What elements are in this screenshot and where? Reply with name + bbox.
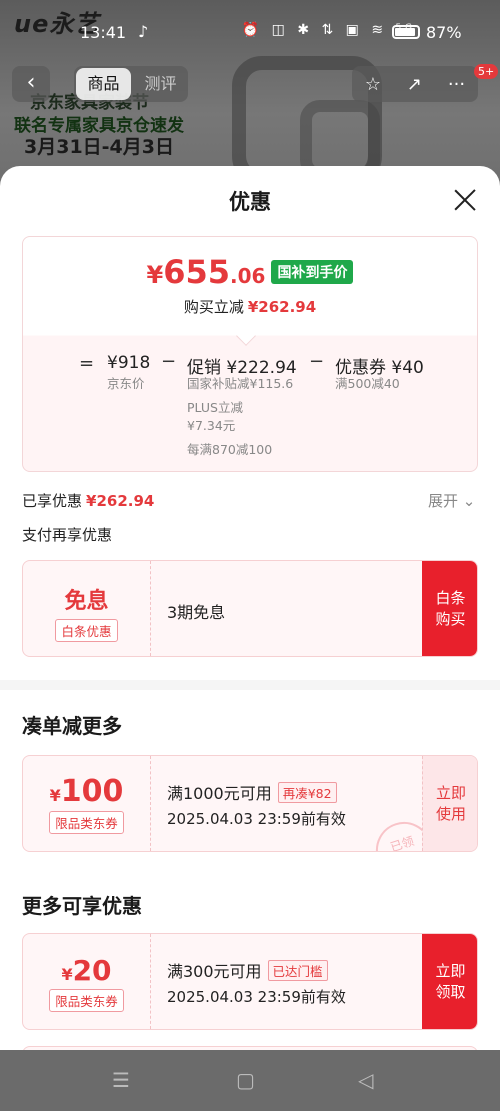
installment-desc: 3期免息 xyxy=(167,603,226,622)
coupon-amount: ¥20 xyxy=(23,954,150,987)
reduction-value: ¥262.94 xyxy=(247,298,317,316)
button-line-2: 使用 xyxy=(435,804,466,823)
price-currency: ¥ xyxy=(146,261,164,289)
section-title-extra: 更多可享优惠 xyxy=(22,894,142,918)
minus-sign: − xyxy=(161,351,177,372)
button-line-1: 立即 xyxy=(435,783,466,802)
menu-icon[interactable]: ☰ xyxy=(112,1068,130,1092)
promo-full-reduction: 每满870减100 xyxy=(187,442,273,457)
subsidy-price-tag: 国补到手价 xyxy=(271,260,354,284)
button-line-2: 领取 xyxy=(435,982,466,1001)
baitiao-tag: 白条优惠 xyxy=(55,619,118,642)
status-icons: ⏰ ◫ ✱ ⇅ ▣ ≋ ⁵ᴳ xyxy=(241,22,416,38)
system-nav-bar: ☰ ▢ ◁ xyxy=(0,1050,500,1111)
share-icon[interactable]: ↗ xyxy=(407,74,422,95)
tiktok-icon: ♪ xyxy=(138,22,149,41)
button-line-1: 立即 xyxy=(435,961,466,980)
coupon-category-tag: 限品类东券 xyxy=(49,989,124,1012)
coupon-20: ¥20 限品类东券 满300元可用 已达门槛 2025.04.03 23:59前有… xyxy=(22,933,478,1030)
coupon-left: ¥100 限品类东券 xyxy=(23,756,151,851)
favorite-icon[interactable]: ☆ xyxy=(365,74,381,95)
coupon-100: ¥100 限品类东券 满1000元可用 再凑¥82 2025.04.03 23:5… xyxy=(22,755,478,852)
sheet-title: 优惠 xyxy=(229,190,271,214)
claim-now-button[interactable]: 立即 领取 xyxy=(422,934,477,1029)
enjoyed-value: ¥262.94 xyxy=(86,492,155,510)
product-tabs: 商品 测评 xyxy=(74,66,188,102)
coupon-condition: 满1000元可用 再凑¥82 xyxy=(167,780,337,804)
battery-percent: 87% xyxy=(426,23,462,42)
coupon-validity: 2025.04.03 23:59前有效 xyxy=(167,810,346,828)
back-icon[interactable]: ◁ xyxy=(358,1068,373,1092)
discount-sheet: 优惠 ¥655.06 国补到手价 购买立减 ¥262.94 = ¥918 京东价 −… xyxy=(0,166,500,1050)
close-icon[interactable] xyxy=(450,184,482,216)
coupon-currency: ¥ xyxy=(61,965,73,984)
interest-free-label: 免息 xyxy=(64,589,109,614)
more-icon[interactable]: ··· xyxy=(448,74,465,95)
back-button[interactable]: ‹ xyxy=(12,66,50,102)
home-icon[interactable]: ▢ xyxy=(236,1068,255,1092)
baitiao-buy-button[interactable]: 白条 购买 xyxy=(422,561,477,656)
coupon-currency: ¥ xyxy=(49,786,61,805)
section-title-more: 凑单减更多 xyxy=(22,714,122,738)
status-bar: 13:41 ♪ ⏰ ◫ ✱ ⇅ ▣ ≋ ⁵ᴳ 87% xyxy=(0,0,500,66)
promo-plus-label: PLUS立减 xyxy=(187,400,243,415)
baitiao-coupon: 免息 白条优惠 3期免息 白条购买 xyxy=(22,560,478,657)
reduction-label: 购买立减 xyxy=(183,298,244,316)
jd-price-label: 京东价 xyxy=(107,376,145,391)
coupon-left: 免息 白条优惠 xyxy=(23,561,151,656)
coupon-threshold: 满300元可用 xyxy=(167,962,262,981)
promo-plus-value: ¥7.34元 xyxy=(187,418,236,433)
purchase-reduction: 购买立减 ¥262.94 xyxy=(23,296,477,317)
banner-line-3: 3月31日-4月3日 xyxy=(24,136,174,158)
price-decimal: .06 xyxy=(230,264,266,288)
add-more-tag: 再凑¥82 xyxy=(277,782,337,803)
product-nav-bar: ‹ 商品 测评 ☆ ↗ ··· 5+ xyxy=(0,64,500,106)
coupon-validity: 2025.04.03 23:59前有效 xyxy=(167,988,346,1006)
coupon-condition: 满300元可用 已达门槛 xyxy=(167,958,328,982)
pay-discount-title: 支付再享优惠 xyxy=(22,526,113,544)
coupon-value: 20 xyxy=(72,954,112,987)
expand-button[interactable]: 展开 ⌄ xyxy=(428,490,475,511)
tab-review[interactable]: 测评 xyxy=(133,66,188,102)
coupon-left: ¥20 限品类东券 xyxy=(23,934,151,1029)
status-time: 13:41 xyxy=(80,23,127,42)
threshold-met-tag: 已达门槛 xyxy=(267,960,328,981)
nav-tools: ☆ ↗ ··· xyxy=(352,66,478,102)
button-line-1: 白条 xyxy=(435,588,466,607)
message-badge: 5+ xyxy=(474,64,499,79)
coupon-condition: 满500减40 xyxy=(335,376,400,391)
price-breakdown-card: ¥655.06 国补到手价 购买立减 ¥262.94 = ¥918 京东价 − 促销… xyxy=(22,236,478,472)
tab-product[interactable]: 商品 xyxy=(76,68,131,100)
final-price: ¥655.06 国补到手价 xyxy=(23,253,477,291)
price-integer: 655 xyxy=(163,253,231,291)
section-divider xyxy=(0,680,500,690)
minus-sign: − xyxy=(309,351,325,372)
coupon-category-tag: 限品类东券 xyxy=(49,811,124,834)
equals-sign: = xyxy=(79,353,95,374)
use-now-button[interactable]: 立即 使用 xyxy=(422,756,477,851)
coupon-value: 100 xyxy=(60,774,124,809)
coupon-threshold: 满1000元可用 xyxy=(167,784,272,803)
battery-icon xyxy=(392,25,420,39)
button-line-2: 购买 xyxy=(435,609,466,628)
jd-price: ¥918 xyxy=(107,353,151,373)
callout-notch xyxy=(236,326,256,346)
promo-subsidy: 国家补贴减¥115.6 xyxy=(187,376,294,391)
enjoyed-discount: 已享优惠 ¥262.94 xyxy=(22,490,154,511)
coupon-amount: ¥100 xyxy=(23,774,150,809)
enjoyed-label: 已享优惠 xyxy=(22,492,83,510)
